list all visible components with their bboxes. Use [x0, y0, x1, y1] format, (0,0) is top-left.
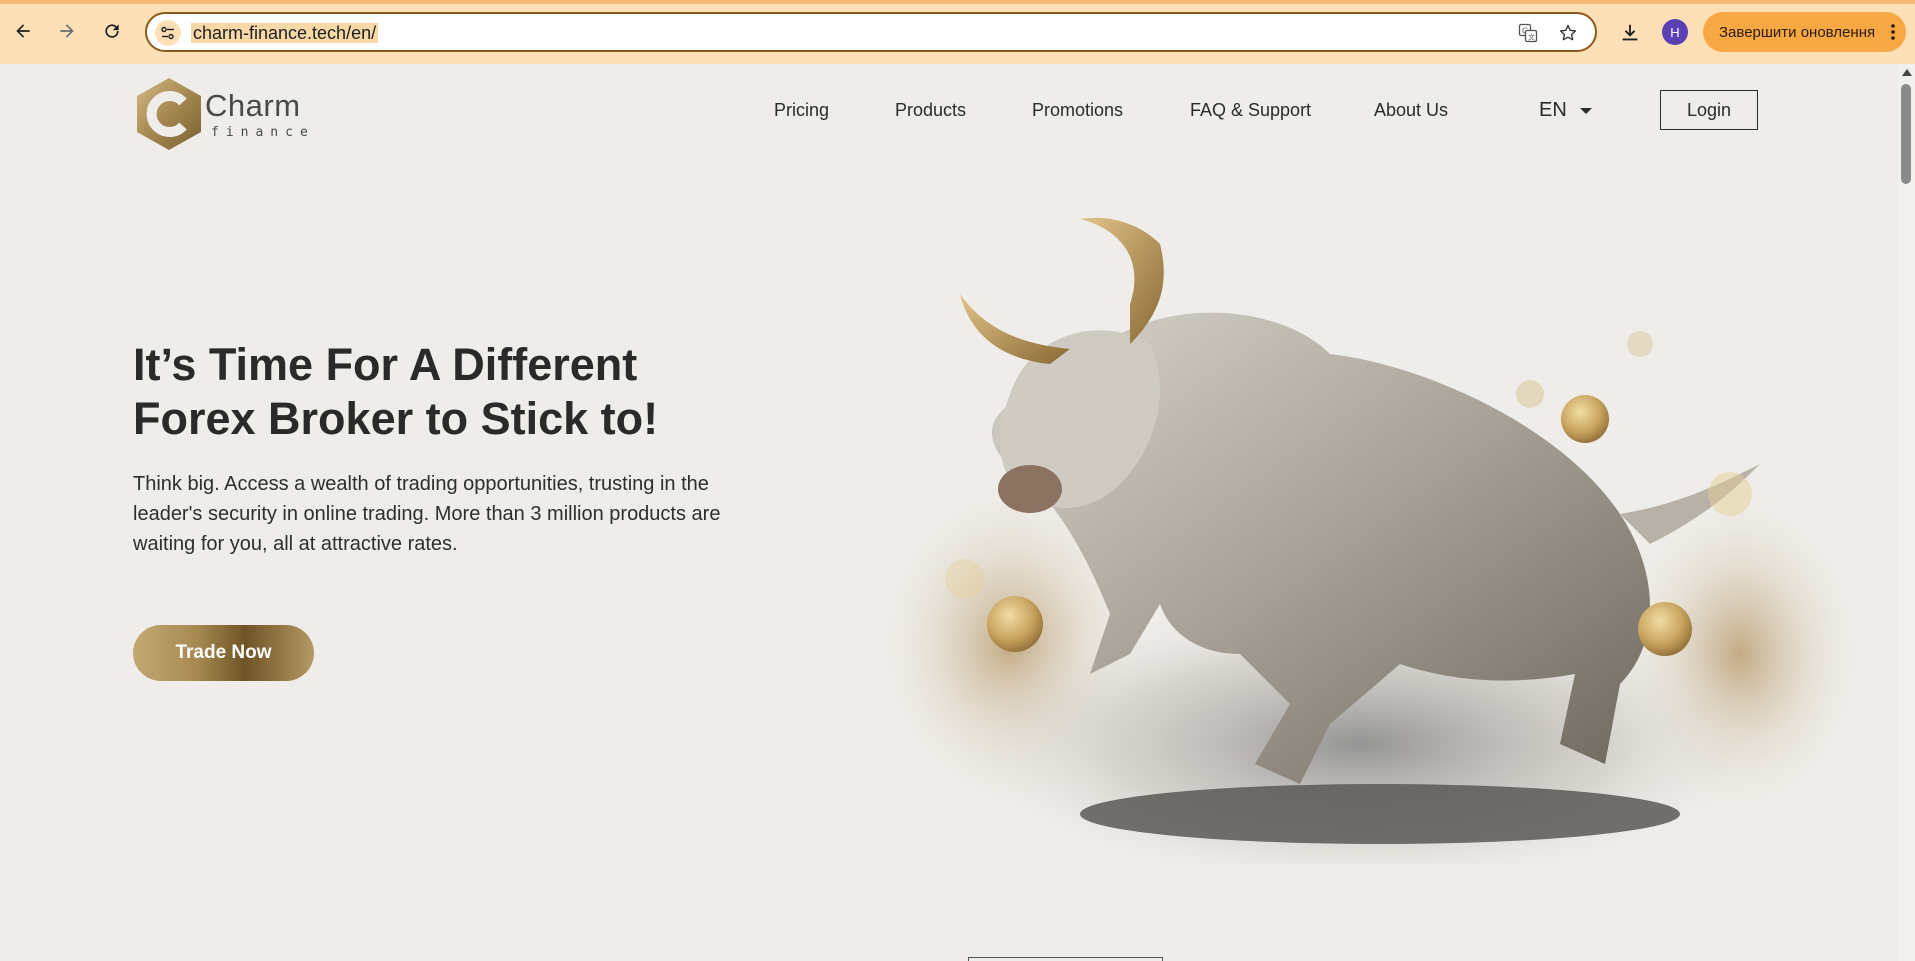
section-tab-outline [968, 957, 1163, 961]
hero-title-line: It’s Time For A Different [133, 339, 638, 390]
site-logo[interactable]: Charm finance [133, 74, 323, 154]
svg-text:文: 文 [1528, 33, 1535, 42]
nav-pricing[interactable]: Pricing [774, 100, 829, 121]
back-button[interactable] [8, 16, 38, 46]
update-browser-button[interactable]: Завершити оновлення [1703, 12, 1906, 52]
scroll-up-arrow-icon[interactable] [1902, 69, 1912, 76]
nav-promotions[interactable]: Promotions [1032, 100, 1123, 121]
hero-text-line: Think big. Access a wealth of trading op… [133, 473, 709, 495]
hero-title: It’s Time For A Different Forex Broker t… [133, 338, 773, 446]
charm-logo-icon [137, 78, 201, 150]
reload-icon [105, 24, 119, 38]
hero-text-line: leader's security in online trading. Mor… [133, 503, 721, 525]
profile-avatar[interactable]: H [1662, 19, 1688, 45]
translate-icon: G 文 [1518, 23, 1538, 43]
toolbar-accent-line [0, 0, 1915, 4]
nav-products[interactable]: Products [895, 100, 966, 121]
hero-title-line: Forex Broker to Stick to! [133, 393, 659, 444]
arrow-right-icon [60, 24, 74, 38]
url-text[interactable]: charm-finance.tech/en/ [191, 23, 379, 43]
ground-rubble [1080, 784, 1680, 844]
browser-toolbar: charm-finance.tech/en/ G 文 H Завершити о… [0, 0, 1915, 64]
page-scrollbar[interactable] [1898, 64, 1915, 961]
nav-about-us[interactable]: About Us [1374, 100, 1448, 121]
arrow-left-icon [16, 24, 30, 38]
address-bar[interactable]: charm-finance.tech/en/ G 文 [145, 12, 1597, 52]
trade-now-button[interactable]: Trade Now [133, 625, 314, 681]
nav-faq-support[interactable]: FAQ & Support [1190, 100, 1311, 121]
logo-subtitle: finance [211, 125, 315, 140]
bull-illustration [870, 217, 1870, 864]
web-page: Charm finance Pricing Products Promotion… [0, 64, 1898, 961]
scrollbar-thumb[interactable] [1901, 84, 1911, 184]
caret-down-icon[interactable] [1580, 108, 1592, 114]
update-label: Завершити оновлення [1719, 23, 1876, 41]
bull-horn-left [960, 294, 1070, 364]
hero-text-line: waiting for you, all at attractive rates… [133, 533, 458, 555]
hero-description: Think big. Access a wealth of trading op… [133, 469, 793, 559]
translate-button[interactable]: G 文 [1517, 22, 1539, 44]
tune-icon [161, 26, 174, 40]
avatar-initial: H [1670, 24, 1680, 40]
logo-wordmark: Charm [205, 88, 301, 123]
reload-button[interactable] [97, 16, 127, 46]
bull-muzzle [998, 465, 1062, 513]
bookmark-button[interactable] [1557, 22, 1579, 44]
language-selector[interactable]: EN [1539, 99, 1567, 122]
login-button[interactable]: Login [1660, 90, 1758, 130]
downloads-button[interactable] [1615, 18, 1645, 48]
site-settings-button[interactable] [155, 20, 181, 46]
forward-button[interactable] [52, 16, 82, 46]
download-icon [1622, 24, 1638, 41]
kebab-menu-icon [1891, 24, 1895, 40]
star-icon [1559, 24, 1577, 41]
